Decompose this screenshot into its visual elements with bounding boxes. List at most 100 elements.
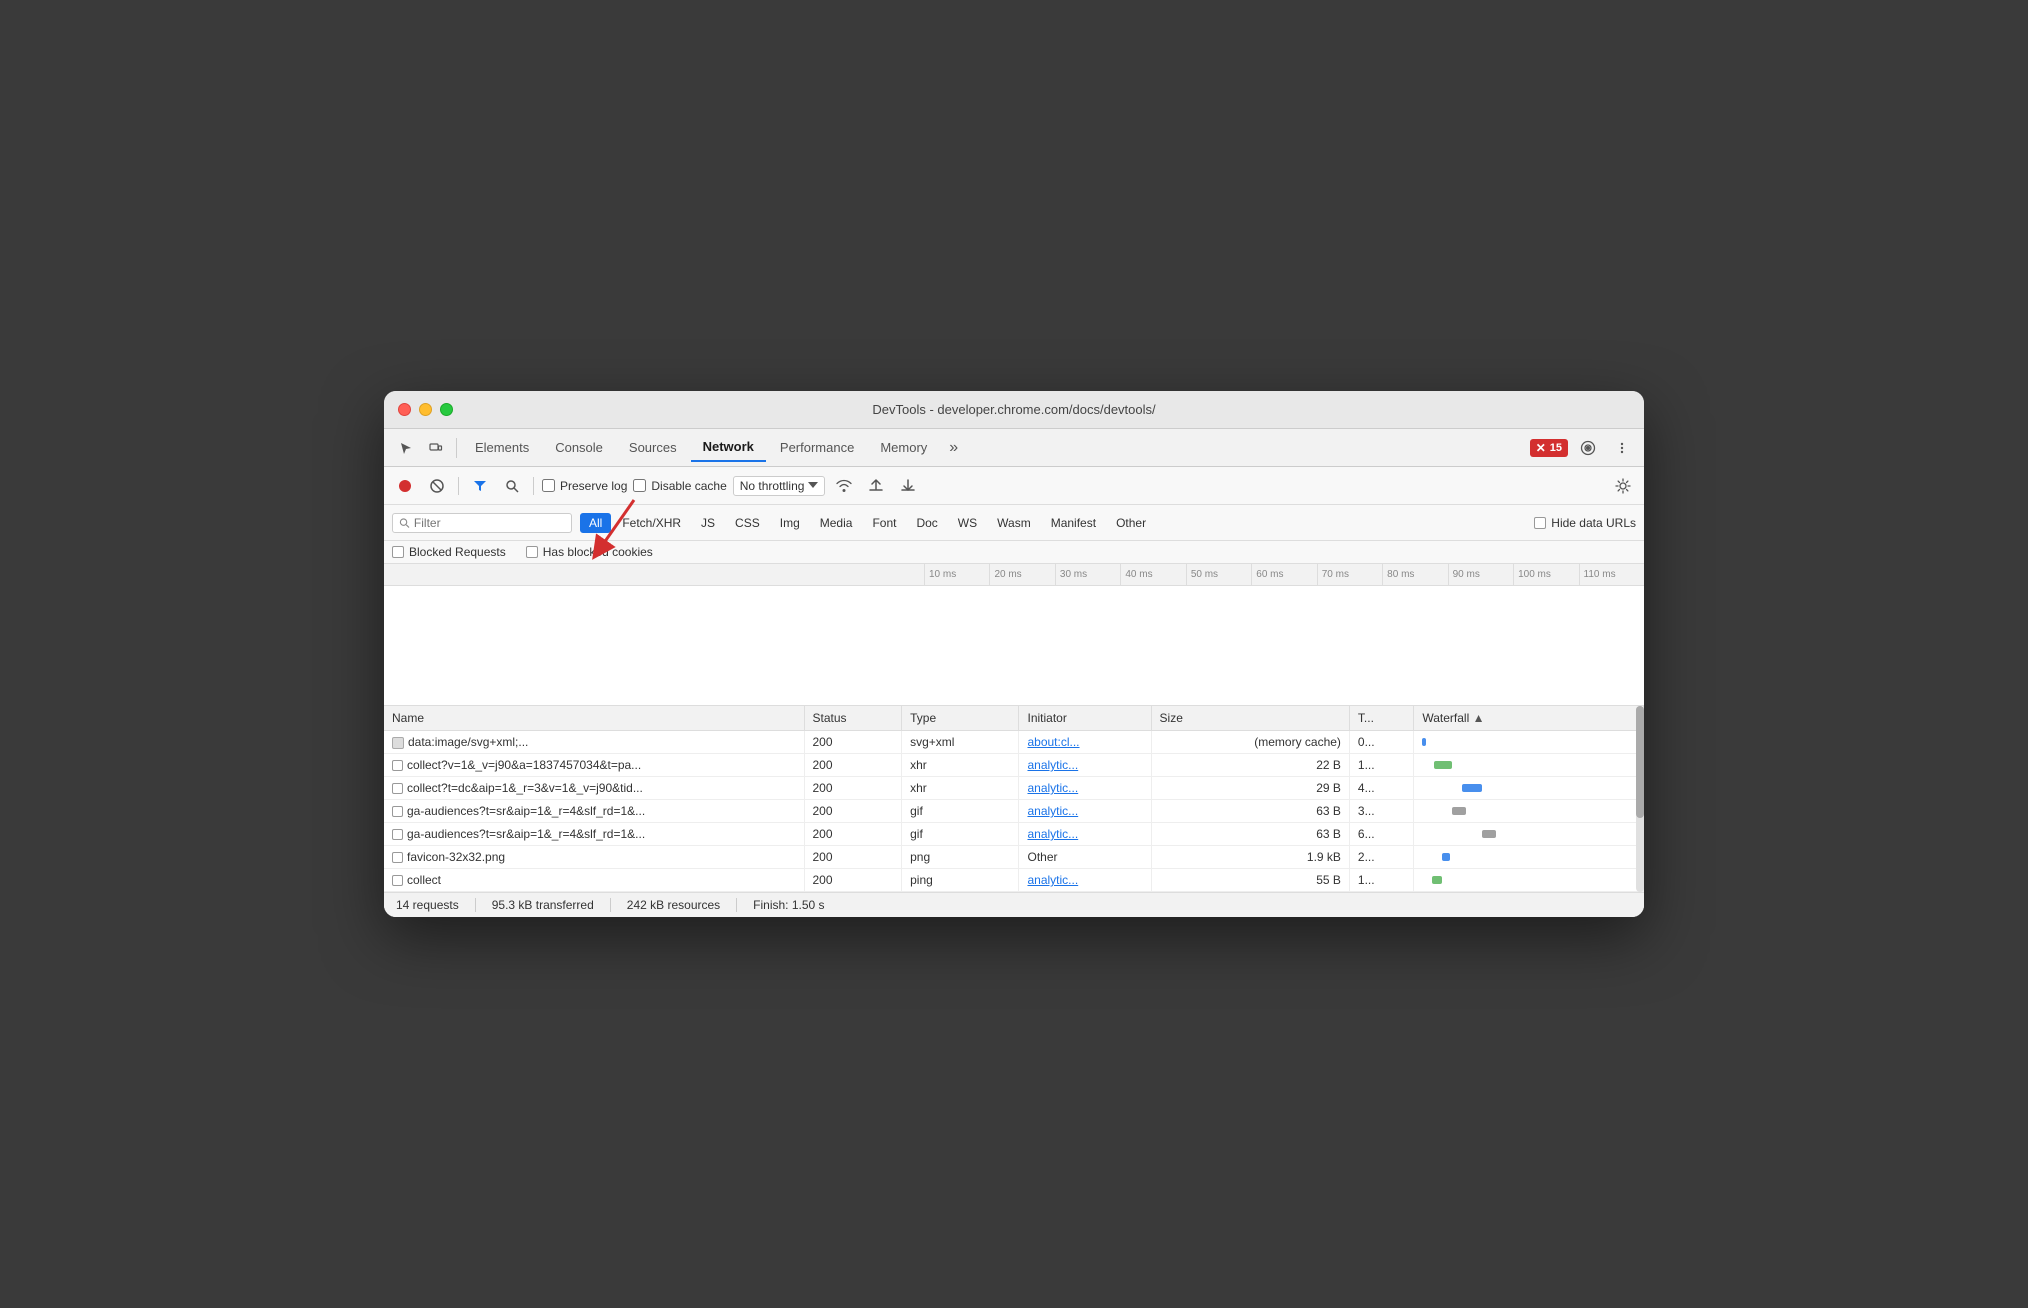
- filter-icon[interactable]: [467, 473, 493, 499]
- cell-type: gif: [902, 800, 1019, 823]
- header-waterfall[interactable]: Waterfall ▲: [1414, 706, 1644, 731]
- row-checkbox[interactable]: [392, 760, 403, 771]
- filter-btn-other[interactable]: Other: [1107, 513, 1155, 533]
- row-name-text: data:image/svg+xml;...: [408, 735, 528, 749]
- filter-btn-fetch-xhr[interactable]: Fetch/XHR: [613, 513, 690, 533]
- cursor-icon[interactable]: [392, 434, 420, 462]
- filter-btn-media[interactable]: Media: [811, 513, 862, 533]
- cell-waterfall: [1414, 846, 1644, 869]
- waterfall-bar: [1482, 830, 1496, 838]
- settings-icon[interactable]: [1574, 434, 1602, 462]
- row-checkbox[interactable]: [392, 806, 403, 817]
- table-row[interactable]: collect?t=dc&aip=1&_r=3&v=1&_v=j90&tid..…: [384, 777, 1644, 800]
- filter-btn-doc[interactable]: Doc: [907, 513, 946, 533]
- cell-initiator[interactable]: analytic...: [1019, 869, 1151, 892]
- tab-network[interactable]: Network: [691, 433, 766, 462]
- network-table-wrapper: Name Status Type Initiator Size T... Wat…: [384, 706, 1644, 892]
- cell-size: 22 B: [1151, 754, 1349, 777]
- table-row[interactable]: collect200pinganalytic...55 B1...: [384, 869, 1644, 892]
- header-status[interactable]: Status: [804, 706, 902, 731]
- cell-type: xhr: [902, 777, 1019, 800]
- scrollbar[interactable]: [1636, 706, 1644, 892]
- filter-btn-img[interactable]: Img: [771, 513, 809, 533]
- network-table: Name Status Type Initiator Size T... Wat…: [384, 706, 1644, 892]
- cell-status: 200: [804, 754, 902, 777]
- filter-btn-css[interactable]: CSS: [726, 513, 769, 533]
- cell-initiator[interactable]: analytic...: [1019, 823, 1151, 846]
- row-name-text: collect: [407, 873, 441, 887]
- disable-cache-input[interactable]: [633, 479, 646, 492]
- filter-input[interactable]: [414, 516, 565, 530]
- row-name-text: collect?t=dc&aip=1&_r=3&v=1&_v=j90&tid..…: [407, 781, 643, 795]
- table-row[interactable]: ga-audiences?t=sr&aip=1&_r=4&slf_rd=1&..…: [384, 823, 1644, 846]
- download-icon[interactable]: [895, 473, 921, 499]
- tab-performance[interactable]: Performance: [768, 434, 866, 461]
- search-icon[interactable]: [499, 473, 525, 499]
- cell-time: 0...: [1349, 731, 1413, 754]
- row-name-text: ga-audiences?t=sr&aip=1&_r=4&slf_rd=1&..…: [407, 827, 645, 841]
- row-checkbox[interactable]: [392, 875, 403, 886]
- preserve-log-checkbox[interactable]: Preserve log: [542, 479, 627, 493]
- has-blocked-cookies-checkbox[interactable]: Has blocked cookies: [526, 545, 653, 559]
- minimize-button[interactable]: [419, 403, 432, 416]
- record-button[interactable]: [392, 473, 418, 499]
- disable-cache-checkbox[interactable]: Disable cache: [633, 479, 726, 493]
- filter-btn-ws[interactable]: WS: [949, 513, 986, 533]
- close-button[interactable]: [398, 403, 411, 416]
- network-settings-icon[interactable]: [1610, 473, 1636, 499]
- throttle-select[interactable]: No throttling: [733, 476, 826, 496]
- cell-initiator[interactable]: analytic...: [1019, 777, 1151, 800]
- cell-time: 1...: [1349, 754, 1413, 777]
- error-icon: ✕: [1536, 441, 1546, 455]
- nav-right: ✕ 15: [1530, 434, 1636, 462]
- tab-console[interactable]: Console: [543, 434, 615, 461]
- tick-80ms: 80 ms: [1382, 564, 1447, 585]
- preserve-log-label: Preserve log: [560, 479, 627, 493]
- table-row[interactable]: favicon-32x32.png200pngOther1.9 kB2...: [384, 846, 1644, 869]
- error-badge: ✕ 15: [1530, 439, 1568, 457]
- table-row[interactable]: collect?v=1&_v=j90&a=1837457034&t=pa...2…: [384, 754, 1644, 777]
- header-size[interactable]: Size: [1151, 706, 1349, 731]
- cell-initiator[interactable]: about:cl...: [1019, 731, 1151, 754]
- filter-btn-wasm[interactable]: Wasm: [988, 513, 1040, 533]
- tab-sources[interactable]: Sources: [617, 434, 689, 461]
- cell-initiator[interactable]: Other: [1019, 846, 1151, 869]
- header-name[interactable]: Name: [384, 706, 804, 731]
- header-time[interactable]: T...: [1349, 706, 1413, 731]
- more-options-icon[interactable]: [1608, 434, 1636, 462]
- table-body: data:image/svg+xml;...200svg+xmlabout:cl…: [384, 731, 1644, 892]
- blocked-requests-checkbox[interactable]: Blocked Requests: [392, 545, 506, 559]
- table-row[interactable]: data:image/svg+xml;...200svg+xmlabout:cl…: [384, 731, 1644, 754]
- traffic-lights: [398, 403, 453, 416]
- cell-status: 200: [804, 777, 902, 800]
- filter-btn-manifest[interactable]: Manifest: [1042, 513, 1105, 533]
- cell-initiator[interactable]: analytic...: [1019, 800, 1151, 823]
- filter-search-icon: [399, 517, 410, 529]
- upload-icon[interactable]: [863, 473, 889, 499]
- tick-50ms: 50 ms: [1186, 564, 1251, 585]
- header-initiator[interactable]: Initiator: [1019, 706, 1151, 731]
- filter-btn-js[interactable]: JS: [692, 513, 724, 533]
- row-checkbox[interactable]: [392, 829, 403, 840]
- scrollbar-thumb[interactable]: [1636, 706, 1644, 818]
- hide-data-urls-checkbox[interactable]: Hide data URLs: [1534, 516, 1636, 530]
- maximize-button[interactable]: [440, 403, 453, 416]
- tab-memory[interactable]: Memory: [868, 434, 939, 461]
- filter-btn-all[interactable]: All: [580, 513, 611, 533]
- more-tabs-button[interactable]: »: [941, 439, 966, 457]
- cell-initiator[interactable]: analytic...: [1019, 754, 1151, 777]
- row-checkbox[interactable]: [392, 852, 403, 863]
- table-row[interactable]: ga-audiences?t=sr&aip=1&_r=4&slf_rd=1&..…: [384, 800, 1644, 823]
- row-checkbox[interactable]: [392, 783, 403, 794]
- tab-elements[interactable]: Elements: [463, 434, 541, 461]
- clear-button[interactable]: [424, 473, 450, 499]
- preserve-log-input[interactable]: [542, 479, 555, 492]
- cell-status: 200: [804, 823, 902, 846]
- cell-size: 29 B: [1151, 777, 1349, 800]
- waterfall-bar: [1432, 876, 1442, 884]
- resources-size: 242 kB resources: [627, 898, 737, 912]
- header-type[interactable]: Type: [902, 706, 1019, 731]
- wifi-icon[interactable]: [831, 473, 857, 499]
- device-toolbar-icon[interactable]: [422, 434, 450, 462]
- filter-btn-font[interactable]: Font: [863, 513, 905, 533]
